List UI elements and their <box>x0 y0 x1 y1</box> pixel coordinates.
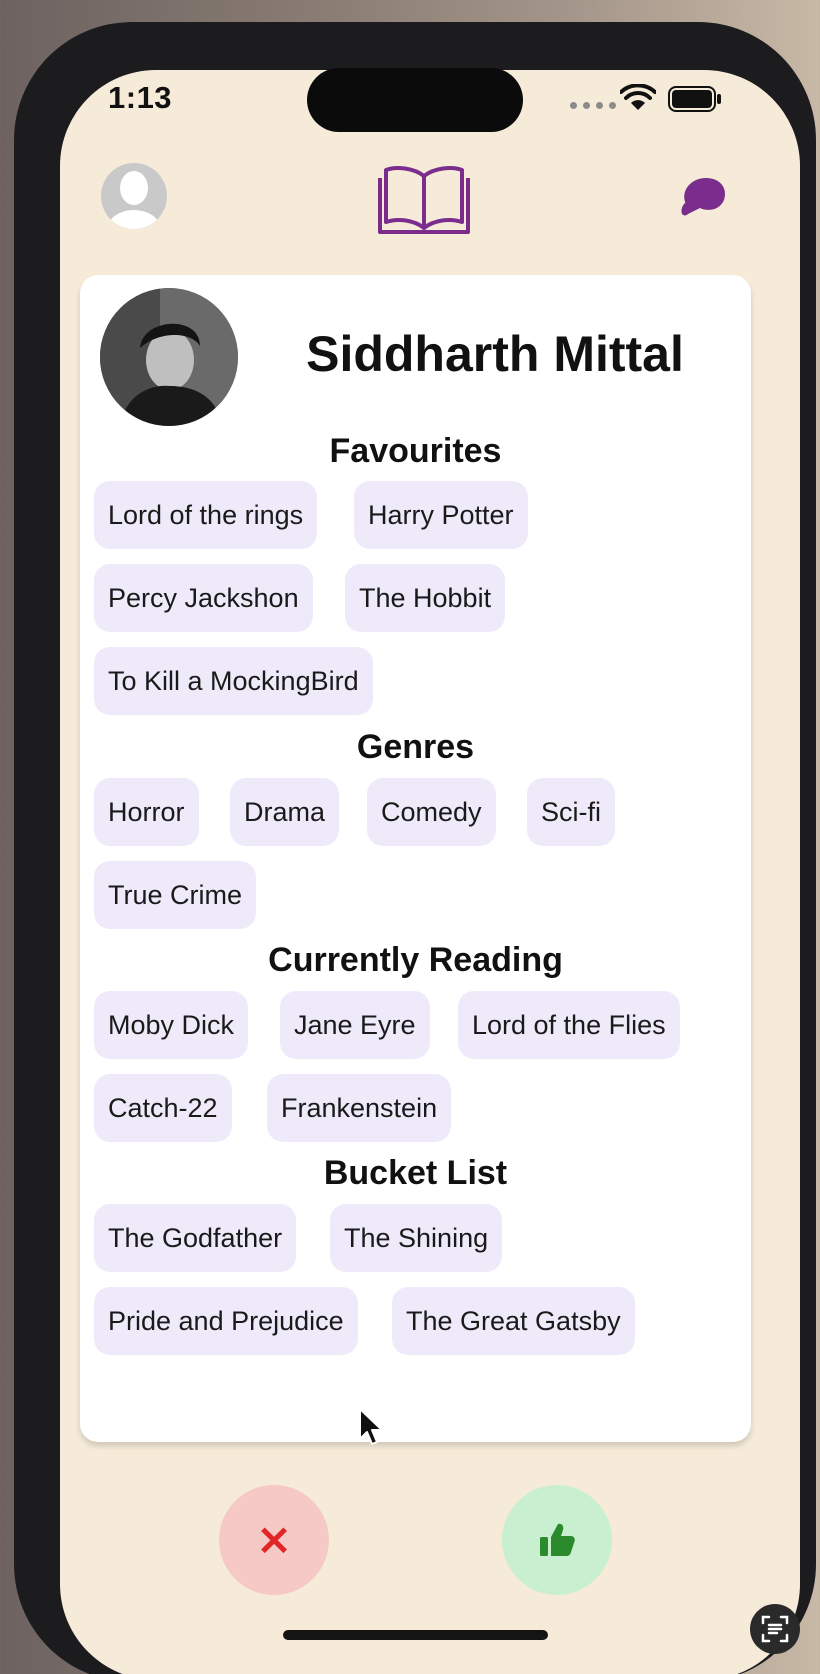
genre-chip[interactable]: Comedy <box>367 778 496 846</box>
reading-chip[interactable]: Lord of the Flies <box>458 991 680 1059</box>
bucket-chip[interactable]: The Great Gatsby <box>392 1287 635 1355</box>
favourites-heading: Favourites <box>329 432 502 470</box>
text-scan-icon <box>761 1615 789 1643</box>
favourite-chip[interactable]: Percy Jackshon <box>94 564 313 632</box>
wifi-icon <box>620 84 656 110</box>
favourite-chip[interactable]: The Hobbit <box>345 564 506 632</box>
favourite-chip[interactable]: Lord of the rings <box>94 481 318 549</box>
profile-icon[interactable] <box>100 162 168 230</box>
cursor-icon <box>359 1408 383 1445</box>
status-time: 1:13 <box>108 80 173 115</box>
signal-icon <box>570 102 616 109</box>
reading-chip[interactable]: Jane Eyre <box>280 991 430 1059</box>
home-indicator <box>283 1630 548 1640</box>
live-text-button[interactable] <box>750 1604 800 1654</box>
favourite-chip[interactable]: To Kill a MockingBird <box>94 647 373 715</box>
chat-icon[interactable] <box>680 174 728 222</box>
genre-chip[interactable]: Drama <box>230 778 340 846</box>
genre-chip[interactable]: Sci-fi <box>527 778 615 846</box>
bucket-chip[interactable]: Pride and Prejudice <box>94 1287 358 1355</box>
like-button[interactable] <box>502 1485 612 1595</box>
genres-heading: Genres <box>356 728 475 766</box>
genre-chip[interactable]: Horror <box>94 778 199 846</box>
bucket-list-heading: Bucket List <box>323 1154 508 1192</box>
reading-chip[interactable]: Catch-22 <box>94 1074 232 1142</box>
currently-reading-heading: Currently Reading <box>268 941 563 979</box>
book-icon[interactable] <box>376 162 472 236</box>
close-icon: × <box>255 1514 293 1565</box>
favourite-chip[interactable]: Harry Potter <box>354 481 528 549</box>
avatar <box>100 288 238 426</box>
dynamic-island <box>307 68 523 132</box>
reject-button[interactable]: × <box>219 1485 329 1595</box>
thumbs-up-icon <box>540 1523 575 1556</box>
genre-chip[interactable]: True Crime <box>94 861 257 929</box>
bucket-chip[interactable]: The Godfather <box>94 1204 297 1272</box>
bucket-chip[interactable]: The Shining <box>330 1204 503 1272</box>
reading-chip[interactable]: Moby Dick <box>94 991 249 1059</box>
battery-icon <box>668 86 721 112</box>
profile-name: Siddharth Mittal <box>306 326 684 382</box>
reading-chip[interactable]: Frankenstein <box>267 1074 452 1142</box>
